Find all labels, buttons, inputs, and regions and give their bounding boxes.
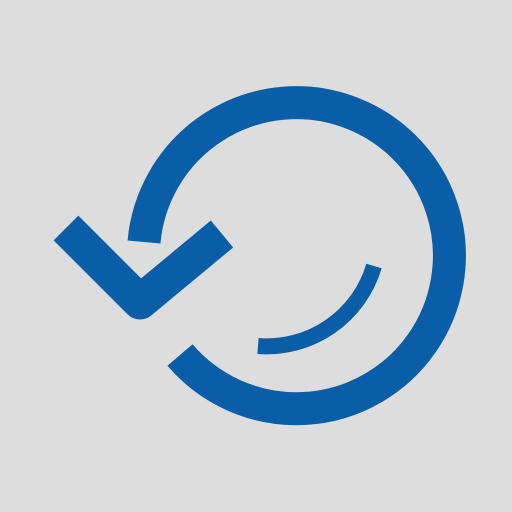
app-icon-tile <box>0 0 512 512</box>
inner-arc <box>257 263 382 355</box>
undo-restore-icon-graphic <box>53 86 466 426</box>
undo-restore-icon <box>0 0 512 512</box>
